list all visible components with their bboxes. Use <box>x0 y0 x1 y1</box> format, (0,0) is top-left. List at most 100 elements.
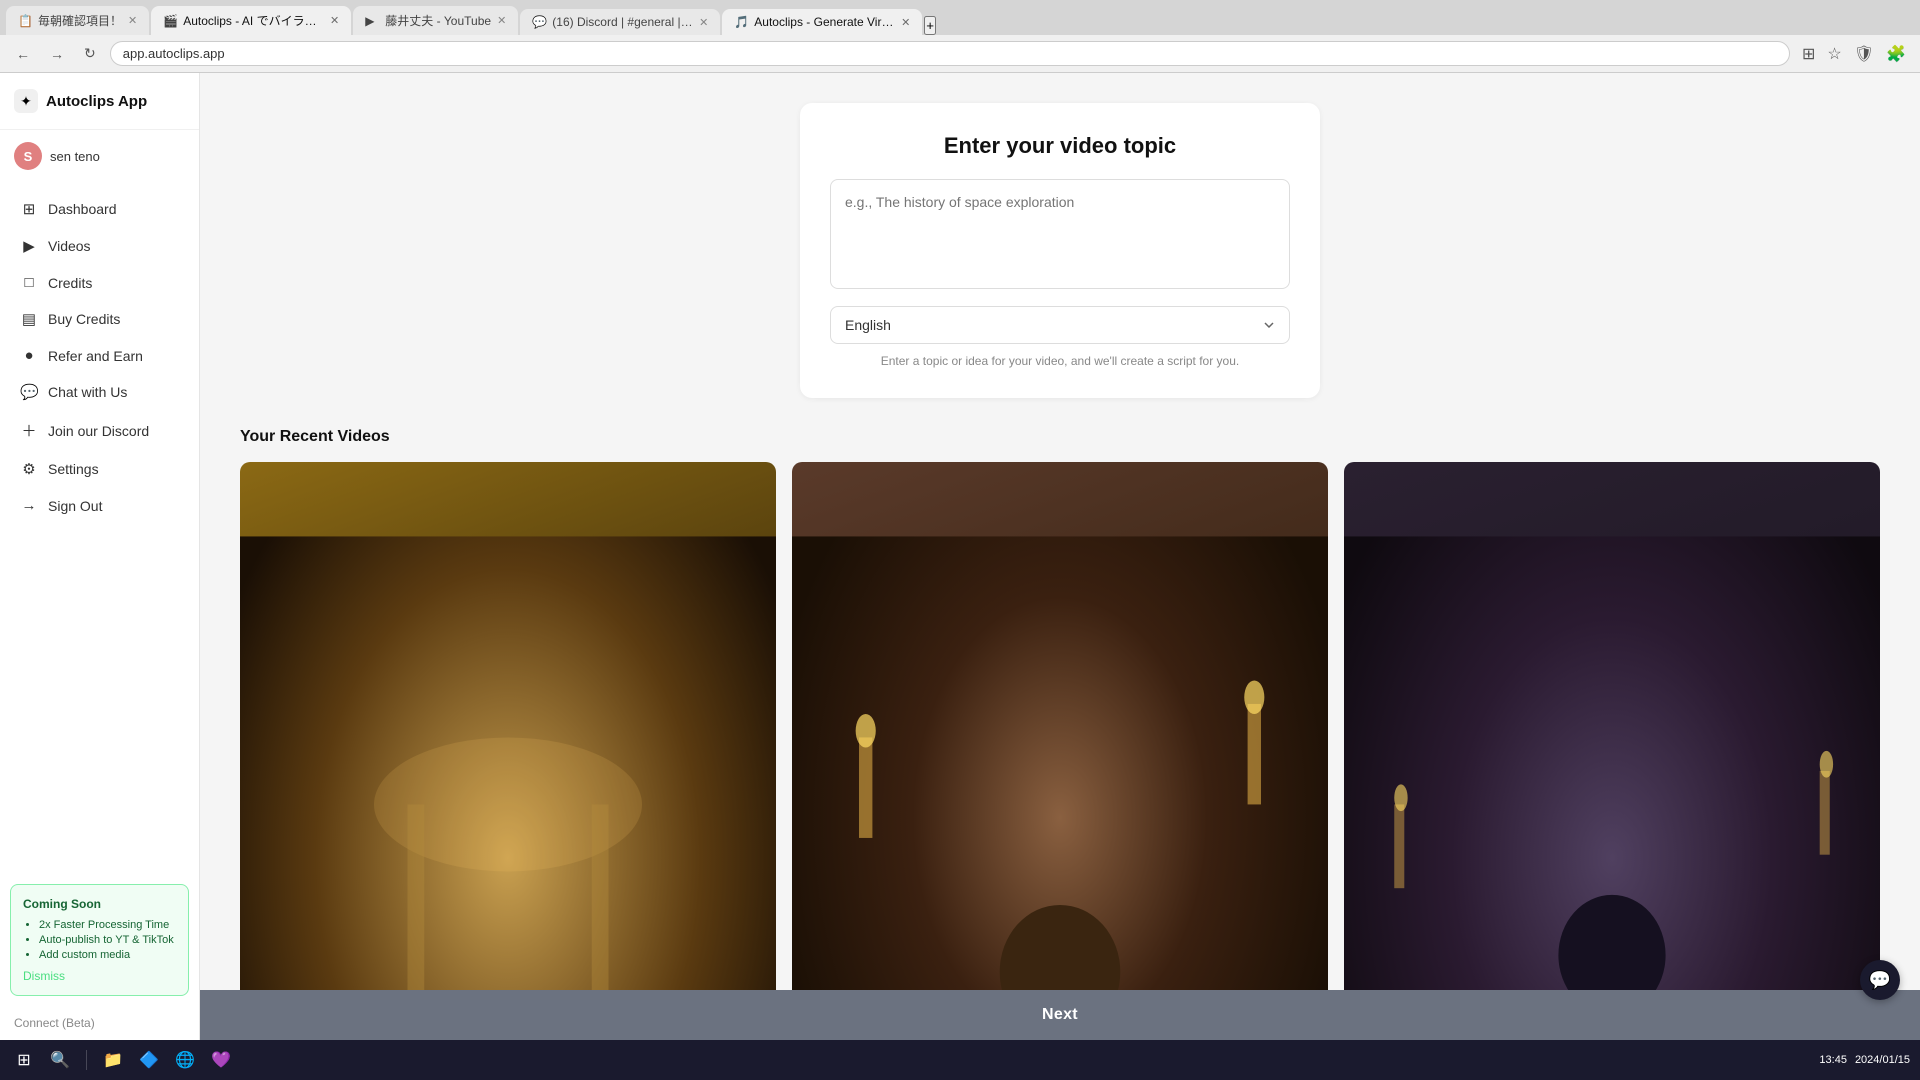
coming-soon-box: Coming Soon 2x Faster Processing Time Au… <box>10 884 189 996</box>
sidebar-item-dashboard[interactable]: ⊞ Dashboard <box>6 191 193 227</box>
coming-soon-item-2: Auto-publish to YT & TikTok <box>39 934 176 946</box>
signout-icon: → <box>20 497 38 514</box>
main-area: Enter your video topic English Japanese … <box>200 73 1920 1040</box>
connect-beta: Connect (Beta) <box>0 1006 199 1040</box>
tab-5-favicon: 🎵 <box>734 15 748 29</box>
translate-icon[interactable]: ⊞ <box>1798 42 1819 66</box>
extensions-icon[interactable]: 🧩 <box>1882 42 1910 66</box>
sidebar-item-credits[interactable]: □ Credits <box>6 265 193 300</box>
sidebar-item-videos[interactable]: ▶ Videos <box>6 228 193 264</box>
sidebar-item-dashboard-label: Dashboard <box>48 201 117 217</box>
taskbar-separator-1 <box>86 1050 87 1070</box>
dashboard-icon: ⊞ <box>20 200 38 218</box>
sidebar-item-settings-label: Settings <box>48 461 99 477</box>
next-button[interactable]: Next <box>200 990 1920 1040</box>
tab-1-close[interactable]: ✕ <box>128 14 137 27</box>
tab-2-title: Autoclips - AI でバイラルショートを... <box>183 12 324 29</box>
taskbar-discord[interactable]: 💜 <box>207 1046 235 1074</box>
video-thumbnail-1 <box>240 462 776 990</box>
video-card-3[interactable]: ▶ 🔊 ⛶ ⋮ <box>1344 462 1880 990</box>
chat-icon: 💬 <box>20 383 38 401</box>
sidebar: ✦ Autoclips App S sen teno ⊞ Dashboard ▶… <box>0 73 200 1040</box>
avatar: S <box>14 142 42 170</box>
page-title: Enter your video topic <box>830 133 1290 159</box>
sidebar-item-signout[interactable]: → Sign Out <box>6 488 193 523</box>
video-thumbnail-2 <box>792 462 1328 990</box>
coming-soon-title: Coming Soon <box>23 897 176 911</box>
tab-1-favicon: 📋 <box>18 14 32 28</box>
videos-icon: ▶ <box>20 237 38 255</box>
sidebar-item-refer-earn[interactable]: ● Refer and Earn <box>6 338 193 373</box>
shield-icon[interactable]: 🛡 <box>1850 42 1878 66</box>
video-thumbnail-3 <box>1344 462 1880 990</box>
tab-3[interactable]: ▶ 藤井丈夫 - YouTube ✕ <box>353 6 518 35</box>
taskbar-vscode[interactable]: 🔷 <box>135 1046 163 1074</box>
taskbar-right: 13:45 2024/01/15 <box>1819 1054 1910 1066</box>
url-box[interactable]: app.autoclips.app <box>110 41 1790 66</box>
tab-2-favicon: 🎬 <box>163 14 177 28</box>
tab-3-title: 藤井丈夫 - YouTube <box>385 12 491 29</box>
bookmark-icon[interactable]: ☆ <box>1823 42 1845 66</box>
content-card: Enter your video topic English Japanese … <box>800 103 1320 398</box>
tab-5[interactable]: 🎵 Autoclips - Generate Viral TikTok ... … <box>722 9 922 35</box>
tab-4-close[interactable]: ✕ <box>699 16 708 29</box>
tab-3-favicon: ▶ <box>365 14 379 28</box>
tab-4[interactable]: 💬 (16) Discord | #general | Autoc... ✕ <box>520 9 720 35</box>
sidebar-item-settings[interactable]: ⚙ Settings <box>6 451 193 487</box>
taskbar-start[interactable]: ⊞ <box>10 1046 38 1074</box>
tab-1-title: 毎朝確認項目！ <box>38 12 122 29</box>
tab-3-close[interactable]: ✕ <box>497 14 506 27</box>
tab-4-title: (16) Discord | #general | Autoc... <box>552 15 693 29</box>
dismiss-button[interactable]: Dismiss <box>23 969 65 983</box>
url-text: app.autoclips.app <box>123 46 225 61</box>
tab-2-close[interactable]: ✕ <box>330 14 339 27</box>
next-bar: Next <box>200 990 1920 1040</box>
discord-icon: ＋ <box>20 420 38 441</box>
sidebar-item-chat-label: Chat with Us <box>48 384 127 400</box>
chat-widget-icon: 💬 <box>1869 970 1891 991</box>
taskbar-time: 13:45 <box>1819 1054 1847 1066</box>
logo-text: Autoclips App <box>46 93 147 110</box>
taskbar: ⊞ 🔍 📁 🔷 🌐 💜 13:45 2024/01/15 <box>0 1040 1920 1080</box>
sidebar-item-discord-label: Join our Discord <box>48 423 149 439</box>
new-tab-button[interactable]: + <box>924 16 936 35</box>
taskbar-chrome[interactable]: 🌐 <box>171 1046 199 1074</box>
language-select[interactable]: English Japanese Spanish French <box>830 306 1290 344</box>
tab-5-close[interactable]: ✕ <box>901 16 910 29</box>
sidebar-item-chat[interactable]: 💬 Chat with Us <box>6 374 193 410</box>
user-info: S sen teno <box>0 130 199 182</box>
tab-4-favicon: 💬 <box>532 15 546 29</box>
coming-soon-item-3: Add custom media <box>39 949 176 961</box>
sidebar-item-discord[interactable]: ＋ Join our Discord <box>6 411 193 450</box>
logo-icon: ✦ <box>14 89 38 113</box>
video-card-2[interactable]: ▶ 🔊 ⛶ ⋮ <box>792 462 1328 990</box>
recent-videos-section: Your Recent Videos <box>240 428 1880 990</box>
tab-5-title: Autoclips - Generate Viral TikTok ... <box>754 15 895 29</box>
main-content: Enter your video topic English Japanese … <box>200 73 1920 990</box>
browser-chrome: 📋 毎朝確認項目！ ✕ 🎬 Autoclips - AI でバイラルショートを.… <box>0 0 1920 73</box>
coming-soon-item-1: 2x Faster Processing Time <box>39 919 176 931</box>
taskbar-file-explorer[interactable]: 📁 <box>99 1046 127 1074</box>
coming-soon-list: 2x Faster Processing Time Auto-publish t… <box>23 919 176 961</box>
sidebar-logo: ✦ Autoclips App <box>0 73 199 130</box>
refer-earn-icon: ● <box>20 347 38 364</box>
forward-button[interactable]: → <box>44 43 70 65</box>
credits-icon: □ <box>20 274 38 291</box>
topic-textarea[interactable] <box>830 179 1290 289</box>
sidebar-item-buy-credits[interactable]: ▤ Buy Credits <box>6 301 193 337</box>
tab-1[interactable]: 📋 毎朝確認項目！ ✕ <box>6 6 149 35</box>
back-button[interactable]: ← <box>10 43 36 65</box>
taskbar-date: 2024/01/15 <box>1855 1054 1910 1066</box>
reload-button[interactable]: ↻ <box>78 42 102 65</box>
chat-widget[interactable]: 💬 <box>1860 960 1900 1000</box>
avatar-initials: S <box>24 149 33 164</box>
recent-videos-title: Your Recent Videos <box>240 428 1880 446</box>
sidebar-item-videos-label: Videos <box>48 238 91 254</box>
taskbar-search[interactable]: 🔍 <box>46 1046 74 1074</box>
sidebar-item-credits-label: Credits <box>48 275 92 291</box>
video-card-1[interactable]: ▶ 🔊 ⛶ ⋮ <box>240 462 776 990</box>
app: ✦ Autoclips App S sen teno ⊞ Dashboard ▶… <box>0 73 1920 1040</box>
tab-2[interactable]: 🎬 Autoclips - AI でバイラルショートを... ✕ <box>151 6 351 35</box>
browser-icons: ⊞ ☆ 🛡 🧩 <box>1798 42 1910 66</box>
settings-icon: ⚙ <box>20 460 38 478</box>
